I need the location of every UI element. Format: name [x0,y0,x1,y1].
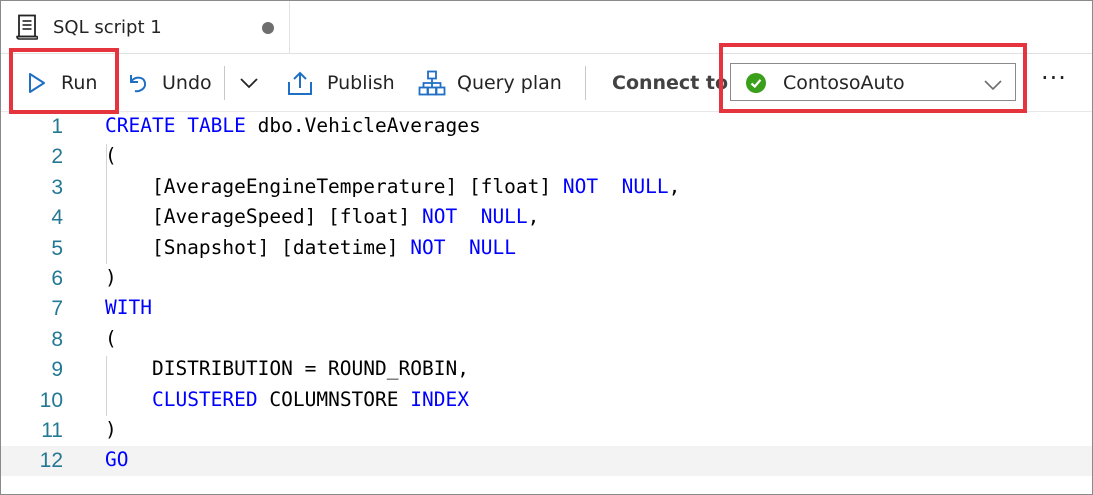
code-text: GO [105,448,128,471]
sql-keyword: NOT [562,175,599,198]
code-text: DISTRIBUTION = ROUND_ROBIN, [105,357,469,380]
code-text: ( [105,144,117,167]
code-line[interactable]: 9 DISTRIBUTION = ROUND_ROBIN, [1,355,1092,385]
line-number: 6 [51,267,63,290]
undo-dropdown-button[interactable] [239,54,259,111]
code-line[interactable]: 11) [1,416,1092,446]
code-token: COLUMNSTORE [257,388,411,411]
code-token: [AverageSpeed] [float] [105,205,422,228]
code-line[interactable]: 4 [AverageSpeed] [float] NOT NULL, [1,203,1092,233]
line-number: 11 [41,419,63,442]
code-token: dbo.VehicleAverages [245,114,481,137]
line-number: 8 [51,328,63,351]
line-number: 4 [51,206,63,229]
code-text: [AverageSpeed] [float] NOT NULL, [105,205,539,228]
publish-label: Publish [327,71,395,94]
publish-icon [287,70,313,96]
code-token: DISTRIBUTION = ROUND_ROBIN, [105,357,469,380]
tab-sql-script-1[interactable]: SQL script 1 [1,1,290,53]
undo-button[interactable]: Undo [125,54,212,111]
sql-keyword: NOT [410,236,446,259]
chevron-down-icon [239,77,259,89]
code-line[interactable]: 10 CLUSTERED COLUMNSTORE INDEX [1,386,1092,416]
toolbar-divider [224,66,225,100]
sql-keyword: NULL [468,236,516,259]
code-token: ) [105,418,117,441]
code-line[interactable]: 1 CREATE TABLE dbo.VehicleAverages [1,112,1092,142]
sql-keyword: WITH [105,296,152,319]
code-token: ( [105,327,117,350]
sql-keyword: NULL [480,205,528,228]
code-text: ( [105,327,117,350]
code-line[interactable]: 7 WITH [1,294,1092,324]
code-text: [AverageEngineTemperature] [float] NOT N… [105,175,680,198]
line-number: 5 [51,237,63,260]
code-line[interactable]: 2( [1,142,1092,172]
code-text: ) [105,266,117,289]
code-text: WITH [105,296,152,319]
code-token: , [668,175,681,198]
publish-button[interactable]: Publish [287,54,395,111]
code-text: CREATE TABLE dbo.VehicleAverages [105,114,481,137]
more-options-button[interactable]: ··· [1041,64,1067,92]
script-document-icon [16,14,39,40]
line-number: 12 [39,449,63,472]
code-text: ) [105,418,117,441]
sql-keyword: GO [105,448,129,471]
query-plan-label: Query plan [457,71,562,94]
code-line[interactable]: 5 [Snapshot] [datetime] NOT NULL [1,234,1092,264]
code-token: , [527,205,540,228]
sql-keyword: INDEX [410,388,469,411]
line-number: 9 [51,358,63,381]
line-number: 7 [51,297,63,320]
code-line[interactable]: 8( [1,325,1092,355]
sql-keyword: TABLE [187,114,246,137]
line-number: 3 [51,176,63,199]
tab-title: SQL script 1 [53,17,162,38]
code-token: [Snapshot] [datetime] [105,236,411,259]
sql-keyword: CLUSTERED [151,388,258,411]
undo-label: Undo [162,71,212,94]
code-line[interactable]: 12 GO [1,446,1092,476]
code-line[interactable]: 6) [1,264,1092,294]
code-line[interactable]: 3 [AverageEngineTemperature] [float] NOT… [1,173,1092,203]
code-token: ( [105,144,117,167]
connect-to-label: Connect to [612,72,729,94]
unsaved-indicator [262,22,274,34]
highlight-connection [719,43,1027,113]
code-text: CLUSTERED COLUMNSTORE INDEX [105,388,469,411]
code-token: [AverageEngineTemperature] [float] [105,175,563,198]
code-editor[interactable]: 1 CREATE TABLE dbo.VehicleAverages 2(3 [Av… [1,112,1092,494]
query-plan-button[interactable]: Query plan [418,54,562,111]
code-token: ) [105,266,117,289]
line-number: 1 [51,115,63,138]
code-text: [Snapshot] [datetime] NOT NULL [105,236,516,259]
toolbar-divider [585,66,586,100]
sql-keyword: NULL [621,175,669,198]
sql-keyword: CREATE [105,114,176,137]
highlight-run [9,48,119,114]
line-number: 10 [39,389,63,412]
line-number: 2 [51,145,63,168]
sql-keyword: NOT [421,205,458,228]
query-plan-icon [418,70,446,96]
undo-icon [125,71,149,95]
